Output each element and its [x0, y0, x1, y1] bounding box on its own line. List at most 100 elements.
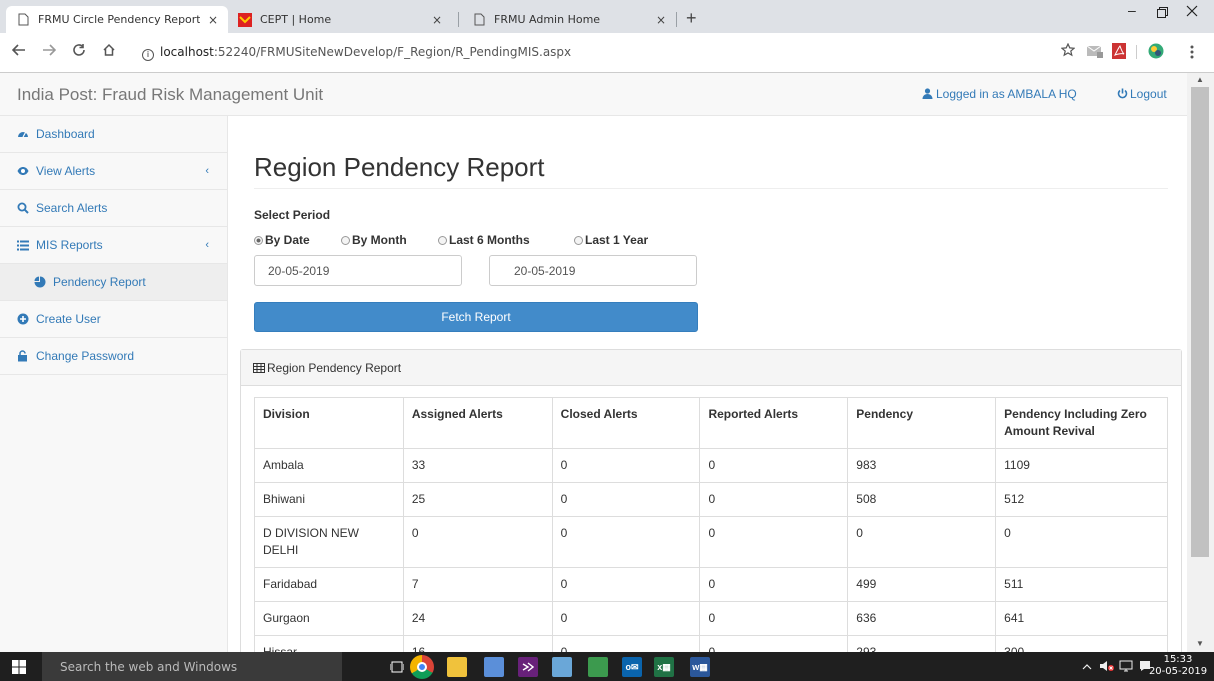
users-app-icon[interactable] — [484, 657, 504, 677]
file-explorer-icon[interactable] — [447, 657, 467, 677]
table-icon — [253, 362, 265, 373]
power-icon — [1117, 88, 1128, 99]
fetch-report-button[interactable]: Fetch Report — [254, 302, 698, 332]
brand-title[interactable]: India Post: Fraud Risk Management Unit — [17, 85, 323, 105]
tab-title: FRMU Circle Pendency Report — [38, 13, 200, 26]
column-header: Reported Alerts — [699, 397, 849, 449]
sql-tool-icon[interactable] — [552, 657, 572, 677]
sidebar-item-label: Search Alerts — [36, 201, 108, 215]
app-navbar: India Post: Fraud Risk Management Unit L… — [0, 73, 1187, 116]
sidebar: Dashboard View Alerts ‹ Search Alerts MI… — [0, 116, 228, 652]
logout-link[interactable]: Logout — [1117, 87, 1167, 101]
scrollbar-thumb[interactable] — [1191, 87, 1209, 557]
tray-chevron-icon[interactable] — [1082, 661, 1092, 673]
title-divider — [254, 188, 1168, 189]
table-cell: 0 — [699, 601, 849, 636]
browser-tab-bar: FRMU Circle Pendency Report × CEPT | Hom… — [0, 0, 1214, 33]
tab-frmu-admin-home[interactable]: FRMU Admin Home × — [462, 6, 676, 33]
url-host: localhost — [160, 45, 214, 59]
logout-text: Logout — [1130, 87, 1167, 101]
sidebar-item-mis-reports[interactable]: MIS Reports ‹ — [0, 227, 227, 264]
window-close-icon[interactable] — [1186, 4, 1198, 20]
arrow-right-icon[interactable] — [42, 43, 57, 62]
sidebar-item-label: Change Password — [36, 349, 135, 363]
minimize-icon[interactable]: – — [1128, 2, 1136, 18]
visual-studio-icon[interactable] — [518, 657, 538, 677]
reload-icon[interactable] — [72, 43, 86, 62]
sidebar-item-pendency-report[interactable]: Pendency Report — [0, 264, 227, 301]
chrome-icon[interactable] — [410, 655, 434, 679]
sidebar-item-search-alerts[interactable]: Search Alerts — [0, 190, 227, 227]
radio-by-date[interactable]: By Date — [254, 233, 310, 247]
chevron-left-icon: ‹ — [205, 239, 209, 251]
radio-button[interactable] — [438, 235, 447, 245]
list-icon — [17, 240, 31, 251]
toolbar-separator — [1136, 45, 1137, 59]
table-cell: 0 — [699, 635, 849, 652]
restore-icon[interactable] — [1157, 5, 1168, 21]
home-icon[interactable] — [102, 43, 116, 62]
taskbar-search-input[interactable]: Search the web and Windows — [42, 652, 342, 681]
close-icon[interactable]: × — [432, 13, 442, 27]
info-icon[interactable]: i — [142, 49, 154, 61]
sidebar-item-create-user[interactable]: Create User — [0, 301, 227, 338]
menu-dots-icon[interactable] — [1190, 45, 1194, 62]
sidebar-item-label: Create User — [36, 312, 101, 326]
page-scrollbar[interactable]: ▲ ▼ — [1187, 73, 1214, 652]
pie-chart-icon — [34, 276, 48, 288]
scroll-down-icon[interactable]: ▼ — [1196, 639, 1204, 648]
table-cell: 0 — [402, 516, 553, 568]
from-date-input[interactable]: 20-05-2019 — [254, 255, 462, 286]
outlook-icon[interactable]: o✉ — [622, 657, 642, 677]
table-row: Bhiwani 25 0 0 508 512 — [254, 482, 1168, 517]
profile-avatar[interactable] — [1148, 43, 1164, 62]
close-icon[interactable]: × — [656, 13, 666, 27]
radio-by-month[interactable]: By Month — [341, 233, 407, 247]
sidebar-item-change-password[interactable]: Change Password — [0, 338, 227, 375]
radio-last-1-year[interactable]: Last 1 Year — [574, 233, 648, 247]
arrow-left-icon[interactable] — [11, 43, 26, 62]
table-cell: 33 — [402, 448, 553, 483]
page-title: Region Pendency Report — [254, 152, 545, 182]
sidebar-item-dashboard[interactable]: Dashboard — [0, 116, 227, 153]
volume-muted-icon[interactable] — [1099, 660, 1115, 675]
plus-circle-icon — [17, 313, 31, 325]
taskbar-clock[interactable]: 15:33 20-05-2019 — [1148, 654, 1208, 678]
tab-frmu-circle-pendency[interactable]: FRMU Circle Pendency Report × — [6, 6, 228, 33]
close-icon[interactable]: × — [208, 13, 218, 27]
table-cell: 499 — [847, 567, 997, 602]
sidebar-item-view-alerts[interactable]: View Alerts ‹ — [0, 153, 227, 190]
star-icon[interactable] — [1060, 42, 1076, 60]
radio-button[interactable] — [341, 235, 350, 245]
clock-time: 15:33 — [1163, 654, 1193, 665]
scroll-up-icon[interactable]: ▲ — [1196, 75, 1204, 84]
table-cell: 0 — [699, 448, 849, 483]
column-header: Assigned Alerts — [402, 397, 553, 449]
project-app-icon[interactable] — [588, 657, 608, 677]
task-view-icon[interactable] — [387, 657, 407, 677]
windows-start-icon[interactable] — [12, 660, 26, 677]
pdf-extension-icon[interactable] — [1112, 43, 1126, 62]
table-row: Gurgaon 24 0 0 636 641 — [254, 601, 1168, 636]
tab-cept-home[interactable]: CEPT | Home × — [228, 6, 452, 33]
table-cell: Bhiwani — [254, 482, 404, 517]
dashboard-icon — [17, 128, 31, 140]
pendency-table: Division Assigned Alerts Closed Alerts R… — [254, 397, 1168, 652]
radio-button[interactable] — [254, 235, 263, 245]
radio-last-6-months[interactable]: Last 6 Months — [438, 233, 530, 247]
mail-extension-icon[interactable] — [1086, 43, 1104, 62]
url-field[interactable]: i localhost:52240/FRMUSiteNewDevelop/F_Re… — [142, 45, 571, 61]
excel-icon[interactable]: x▦ — [654, 657, 674, 677]
network-icon[interactable] — [1119, 660, 1133, 675]
table-cell: 636 — [847, 601, 997, 636]
word-icon[interactable]: w▦ — [690, 657, 710, 677]
tab-title: FRMU Admin Home — [494, 13, 601, 26]
table-row: Hissar 16 0 0 293 300 — [254, 635, 1168, 652]
table-cell: 16 — [402, 635, 553, 652]
sidebar-item-label: Dashboard — [36, 127, 95, 141]
logged-in-label[interactable]: Logged in as AMBALA HQ — [922, 87, 1077, 101]
table-cell: 0 — [551, 482, 701, 517]
radio-button[interactable] — [574, 235, 583, 245]
new-tab-button[interactable]: + — [686, 8, 697, 29]
to-date-input[interactable]: 20-05-2019 — [489, 255, 697, 286]
